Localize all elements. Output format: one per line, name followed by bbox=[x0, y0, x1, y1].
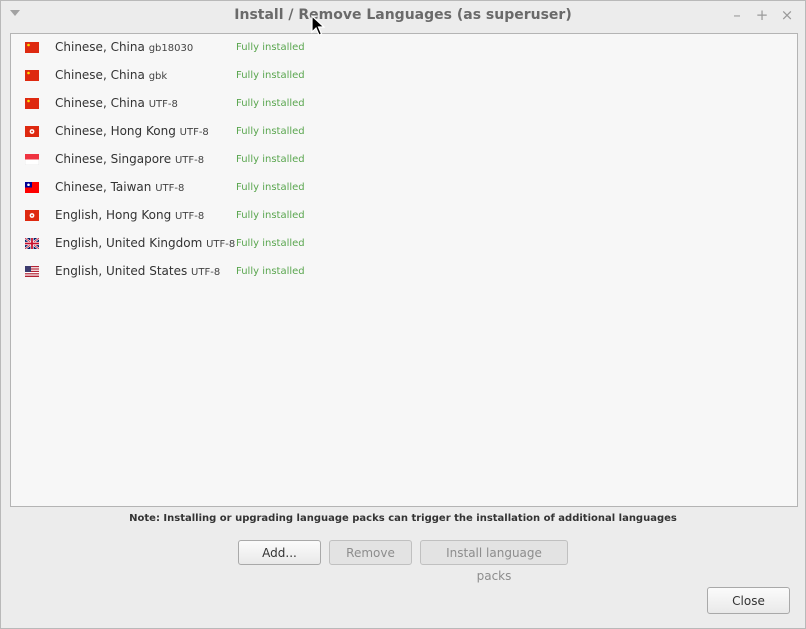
hong-kong-flag-icon bbox=[25, 210, 39, 221]
uk-flag-icon bbox=[25, 238, 39, 249]
language-status: Fully installed bbox=[236, 154, 305, 165]
language-name: Chinese, Singapore UTF-8 bbox=[55, 152, 205, 166]
install-note: Note: Installing or upgrading language p… bbox=[129, 513, 677, 524]
language-row[interactable]: Chinese, Singapore UTF-8 Fully installed bbox=[11, 146, 797, 174]
language-name: Chinese, Hong Kong UTF-8 bbox=[55, 124, 209, 138]
close-window-button[interactable]: × bbox=[777, 5, 797, 25]
language-status: Fully installed bbox=[236, 182, 305, 193]
close-button[interactable]: Close bbox=[707, 587, 790, 614]
language-row[interactable]: Chinese, Taiwan UTF-8 Fully installed bbox=[11, 174, 797, 202]
china-flag-icon bbox=[25, 42, 39, 53]
china-flag-icon bbox=[25, 98, 39, 109]
language-name: Chinese, China UTF-8 bbox=[55, 96, 178, 110]
hong-kong-flag-icon bbox=[25, 126, 39, 137]
language-row[interactable]: English, United States UTF-8 Fully insta… bbox=[11, 258, 797, 286]
language-name: English, United Kingdom UTF-8 bbox=[55, 236, 236, 250]
language-row[interactable]: English, Hong Kong UTF-8 Fully installed bbox=[11, 202, 797, 230]
singapore-flag-icon bbox=[25, 154, 39, 165]
language-name: English, Hong Kong UTF-8 bbox=[55, 208, 205, 222]
taiwan-flag-icon bbox=[25, 182, 39, 193]
language-name: English, United States UTF-8 bbox=[55, 264, 221, 278]
language-name: Chinese, Taiwan UTF-8 bbox=[55, 180, 185, 194]
window-title: Install / Remove Languages (as superuser… bbox=[234, 7, 572, 23]
languages-window: Install / Remove Languages (as superuser… bbox=[0, 0, 806, 629]
language-list[interactable]: Chinese, China gb18030 Fully installed C… bbox=[10, 33, 798, 507]
language-row[interactable]: Chinese, China gbk Fully installed bbox=[11, 62, 797, 90]
us-flag-icon bbox=[25, 266, 39, 277]
language-row[interactable]: Chinese, Hong Kong UTF-8 Fully installed bbox=[11, 118, 797, 146]
language-row[interactable]: English, United Kingdom UTF-8 Fully inst… bbox=[11, 230, 797, 258]
add-button[interactable]: Add... bbox=[238, 540, 321, 565]
title-bar[interactable]: Install / Remove Languages (as superuser… bbox=[1, 1, 805, 31]
language-status: Fully installed bbox=[236, 126, 305, 137]
language-status: Fully installed bbox=[236, 98, 305, 109]
language-name: Chinese, China gb18030 bbox=[55, 40, 194, 54]
language-status: Fully installed bbox=[236, 70, 305, 81]
language-row[interactable]: Chinese, China gb18030 Fully installed bbox=[11, 34, 797, 62]
maximize-button[interactable]: + bbox=[752, 5, 772, 25]
install-language-packs-button[interactable]: Install language packs bbox=[420, 540, 568, 583]
language-status: Fully installed bbox=[236, 266, 305, 277]
language-name: Chinese, China gbk bbox=[55, 68, 168, 82]
mouse-cursor-icon bbox=[311, 15, 325, 36]
remove-button[interactable]: Remove bbox=[329, 540, 412, 565]
language-status: Fully installed bbox=[236, 42, 305, 53]
language-status: Fully installed bbox=[236, 210, 305, 221]
china-flag-icon bbox=[25, 70, 39, 81]
minimize-button[interactable]: – bbox=[727, 5, 747, 25]
language-status: Fully installed bbox=[236, 238, 305, 249]
language-row[interactable]: Chinese, China UTF-8 Fully installed bbox=[11, 90, 797, 118]
